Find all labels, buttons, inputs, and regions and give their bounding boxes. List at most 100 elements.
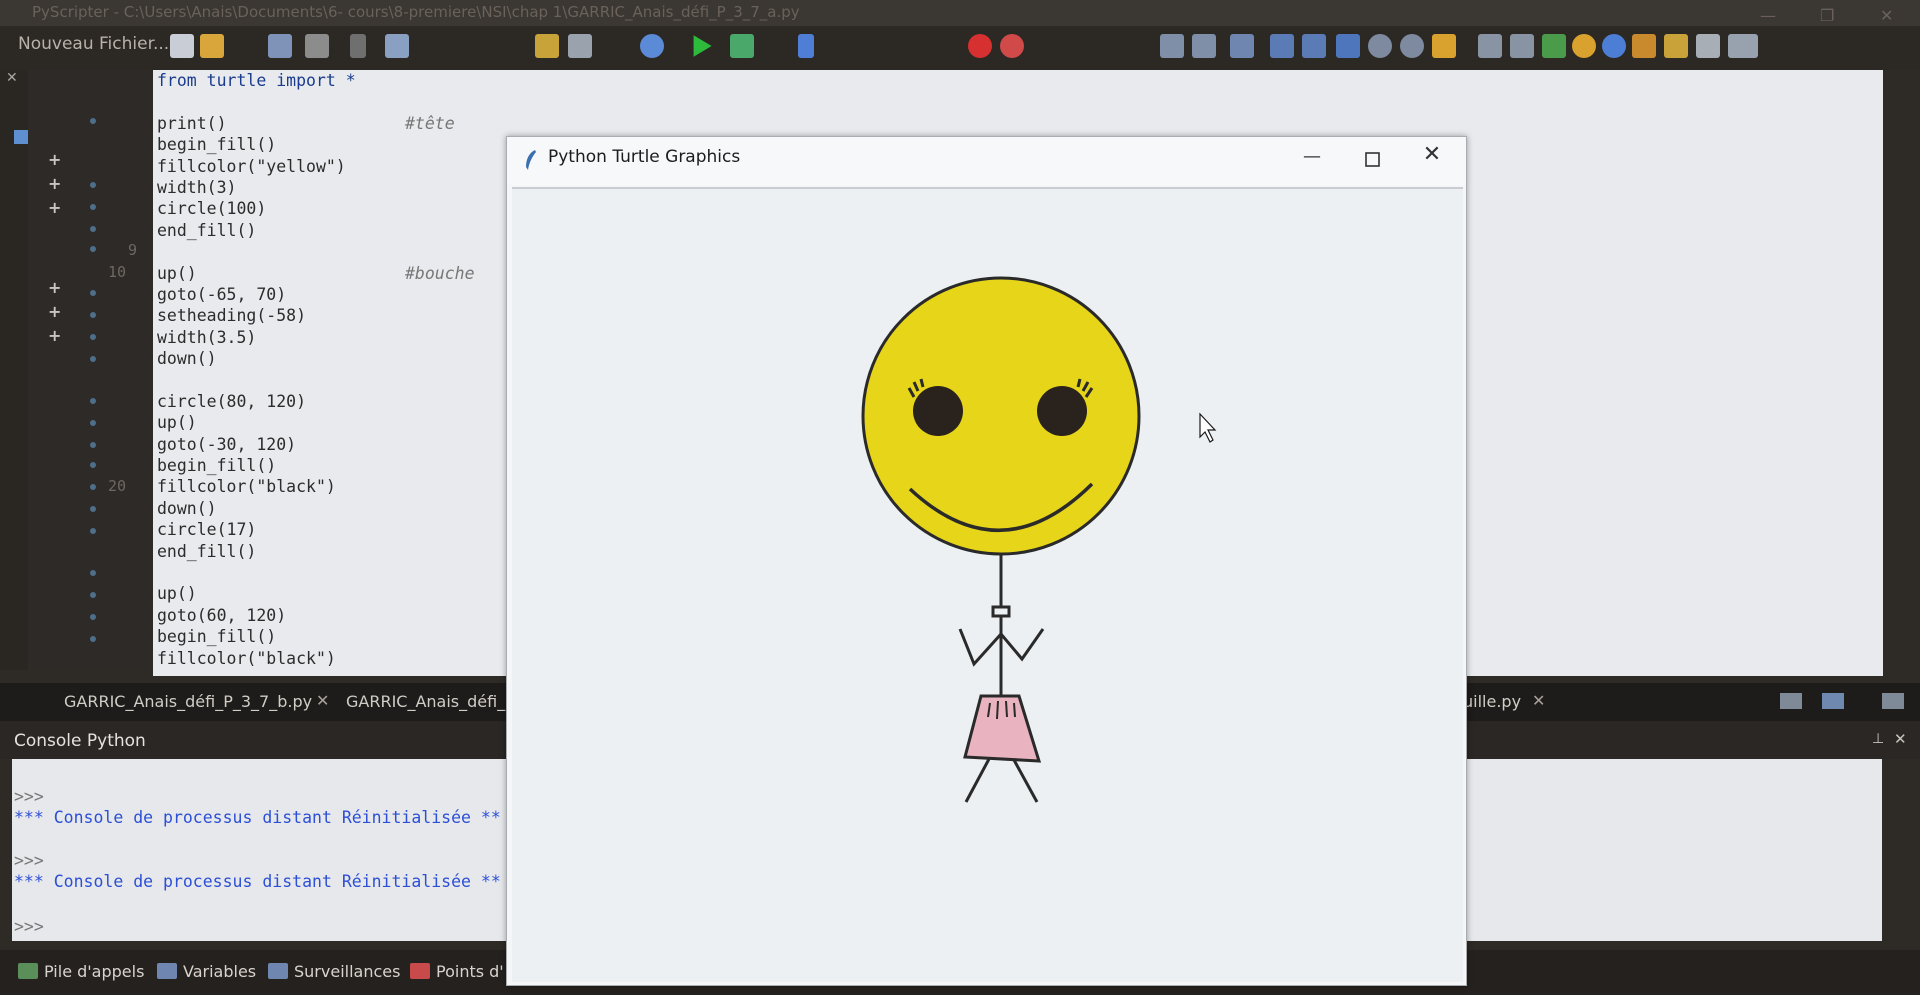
close-icon[interactable]: ✕ <box>1880 4 1893 28</box>
turtle-window-title-bar[interactable]: Python Turtle Graphics — ✕ <box>507 137 1466 185</box>
close-icon[interactable]: ✕ <box>1417 142 1447 167</box>
code-text: up() <box>157 413 197 433</box>
turtle-window-title: Python Turtle Graphics <box>548 147 741 167</box>
code-line[interactable]: up() #bouche <box>157 263 475 284</box>
code-line[interactable]: circle(100) <box>157 198 356 219</box>
code-line[interactable]: goto(-65, 70) <box>157 284 356 305</box>
tab-list-icon[interactable] <box>1780 693 1802 709</box>
tab-watches[interactable]: Surveillances <box>268 962 400 981</box>
pin-icon[interactable]: ✕ <box>6 70 18 86</box>
code-line[interactable]: begin_fill() <box>157 626 356 647</box>
tab-file-b[interactable]: GARRIC_Anais_défi_P_3_7_b.py <box>64 692 312 711</box>
find-icon[interactable] <box>535 34 559 58</box>
expand-icon[interactable]: + <box>48 150 61 169</box>
indent-icon[interactable] <box>1160 34 1184 58</box>
screen: PyScripter - C:\Users\Anais\Documents\6-… <box>0 0 1920 995</box>
word-wrap-icon[interactable] <box>1302 34 1326 58</box>
expand-icon[interactable]: + <box>48 198 61 217</box>
code-line[interactable] <box>157 91 356 112</box>
view-dropdown-icon[interactable] <box>1728 34 1758 58</box>
code-line[interactable]: fillcolor("black") <box>157 648 356 669</box>
code-line[interactable]: width(3) <box>157 177 356 198</box>
minimize-icon[interactable]: — <box>1297 146 1327 167</box>
code-line[interactable]: begin_fill() <box>157 455 356 476</box>
debug-icon[interactable] <box>730 34 754 58</box>
console-prompt: >>> <box>14 917 44 936</box>
code-line[interactable] <box>157 562 356 583</box>
code-line[interactable]: fillcolor("yellow") <box>157 156 356 177</box>
pin-icon[interactable]: ⊥ <box>1872 731 1884 747</box>
tab-file-other[interactable]: uille.py <box>1463 692 1521 711</box>
restore-icon[interactable]: ❐ <box>1820 4 1834 28</box>
dedent-icon[interactable] <box>1192 34 1216 58</box>
code-line[interactable]: goto(-30, 120) <box>157 434 356 455</box>
code-line[interactable] <box>157 369 356 390</box>
code-line[interactable]: up() <box>157 412 356 433</box>
code-line[interactable]: down() <box>157 498 356 519</box>
tab-file-a[interactable]: GARRIC_Anais_défi_P <box>346 692 515 711</box>
tab-label: Points d' <box>436 962 504 981</box>
clear-breakpoints-icon[interactable] <box>1000 34 1024 58</box>
print-icon[interactable] <box>305 34 329 58</box>
close-icon[interactable]: ✕ <box>1894 730 1907 748</box>
code-line[interactable]: goto(60, 120) <box>157 605 356 626</box>
breakpoint-icon[interactable] <box>968 34 992 58</box>
code-line[interactable]: print() #tête <box>157 113 455 134</box>
maximize-icon[interactable] <box>1357 144 1387 174</box>
code-line[interactable]: circle(17) <box>157 519 356 540</box>
tab-breakpoints[interactable]: Points d' <box>410 962 504 981</box>
step-into-icon[interactable] <box>798 34 814 58</box>
layout-icon[interactable] <box>1696 34 1720 58</box>
folder-icon[interactable] <box>1882 693 1904 709</box>
code-line[interactable]: circle(80, 120) <box>157 391 356 412</box>
code-line[interactable]: down() <box>157 348 356 369</box>
code-text: goto(-65, 70) <box>157 284 287 304</box>
tab-call-stack[interactable]: Pile d'appels <box>18 962 144 981</box>
tab-variables[interactable]: Variables <box>157 962 256 981</box>
code-line[interactable]: setheading(-58) <box>157 305 356 326</box>
expand-icon[interactable]: + <box>48 278 61 297</box>
replace-icon[interactable] <box>568 34 592 58</box>
list-icon[interactable] <box>1270 34 1294 58</box>
expand-icon[interactable]: + <box>48 174 61 193</box>
console-prompt: >>> <box>14 851 44 870</box>
code-line[interactable]: fillcolor("black") <box>157 476 356 497</box>
zoom-out-icon[interactable] <box>1400 34 1424 58</box>
new-file-icon[interactable] <box>170 34 194 58</box>
code-line[interactable]: begin_fill() <box>157 134 356 155</box>
code-line[interactable]: from turtle import * <box>157 70 356 91</box>
copy-icon[interactable] <box>385 34 409 58</box>
turtle-graphics-window[interactable]: Python Turtle Graphics — ✕ <box>506 136 1467 986</box>
code-line[interactable]: end_fill() <box>157 541 356 562</box>
zoom-in-icon[interactable] <box>1368 34 1392 58</box>
info-icon[interactable] <box>640 34 664 58</box>
close-tab-icon[interactable]: ✕ <box>1532 691 1545 710</box>
code-line[interactable]: width(3.5) <box>157 327 356 348</box>
expand-icon[interactable]: + <box>48 326 61 345</box>
minimize-icon[interactable]: — <box>1760 4 1776 28</box>
comment-icon[interactable] <box>1230 34 1254 58</box>
left-leg <box>964 758 991 803</box>
help-icon[interactable] <box>1602 34 1626 58</box>
qt-icon[interactable] <box>1542 34 1566 58</box>
lightning-icon[interactable] <box>1432 34 1456 58</box>
new-file-button[interactable]: Nouveau Fichier... <box>18 34 169 54</box>
console-message: *** Console de processus distant Réiniti… <box>14 872 501 891</box>
run-icon[interactable] <box>693 35 712 57</box>
code-line[interactable] <box>157 241 356 262</box>
code-line[interactable]: up() <box>157 583 356 604</box>
sync-icon[interactable] <box>1632 34 1656 58</box>
save-icon[interactable] <box>1822 693 1844 709</box>
save-all-icon[interactable] <box>268 34 292 58</box>
open-folder-icon[interactable] <box>200 34 224 58</box>
image-icon[interactable] <box>1510 34 1534 58</box>
code-text: down() <box>157 349 217 369</box>
cut-icon[interactable] <box>350 34 366 58</box>
expand-icon[interactable]: + <box>48 302 61 321</box>
close-tab-icon[interactable]: ✕ <box>316 691 329 710</box>
code-line[interactable]: end_fill() <box>157 220 356 241</box>
refresh-icon[interactable] <box>1572 34 1596 58</box>
paragraph-icon[interactable] <box>1336 34 1360 58</box>
database-icon[interactable] <box>1478 34 1502 58</box>
settings-icon[interactable] <box>1664 34 1688 58</box>
